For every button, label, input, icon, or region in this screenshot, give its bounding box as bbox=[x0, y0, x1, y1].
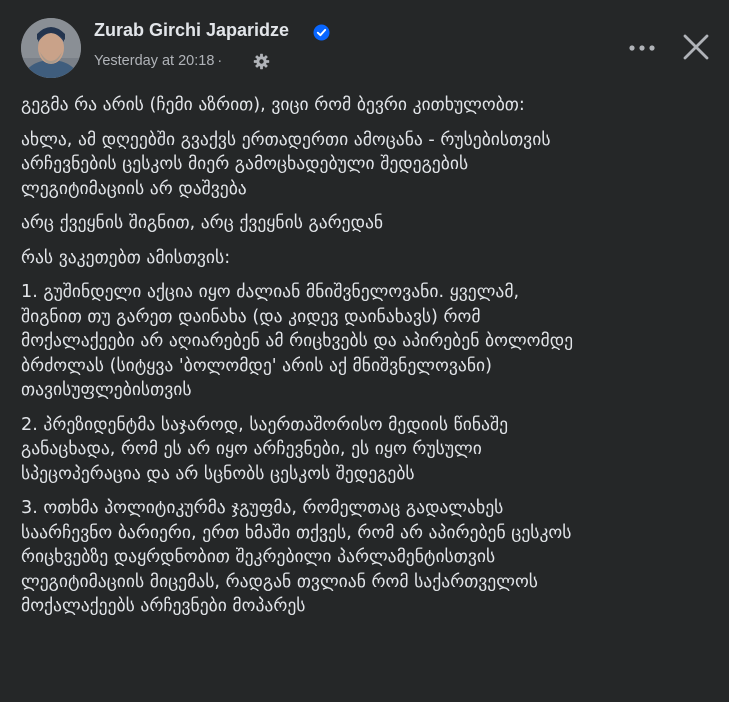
post-text-line: ლეგიტიმაციის არ დაშვება bbox=[21, 178, 247, 199]
gear-icon[interactable] bbox=[253, 53, 270, 70]
post-text-line: შიგნით თუ გარეთ დაინახა (და კიდევ დაინახ… bbox=[21, 306, 481, 327]
post-body: გეგმა რა არის (ჩემი აზრით), ვიცი რომ ბევ… bbox=[21, 93, 713, 629]
post-text-line: რას ვაკეთებთ ამისთვის: bbox=[21, 247, 231, 268]
post-header: Zurab Girchi Japaridze Yesterday at 20:1… bbox=[0, 0, 729, 90]
post-text-line: განაცხადა, რომ ეს არ იყო არჩევნები, ეს ი… bbox=[21, 439, 482, 459]
post-paragraph: გეგმა რა არის (ჩემი აზრით), ვიცი რომ ბევ… bbox=[21, 93, 713, 118]
meta-separator: · bbox=[217, 53, 223, 69]
post-paragraph: 2. პრეზიდენტმა საჯაროდ, საერთაშორისო მედ… bbox=[21, 413, 713, 487]
avatar[interactable] bbox=[21, 18, 81, 78]
avatar-image bbox=[21, 18, 81, 78]
post-paragraph: 3. ოთხმა პოლიტიკურმა ჯგუფმა, რომელთაც გა… bbox=[21, 496, 713, 619]
post-text-line: 1. გუშინდელი აქცია იყო ძალიან მნიშვნელოვ… bbox=[21, 282, 520, 302]
post-paragraph: ახლა, ამ დღეებში გვაქვს ერთადერთი ამოცან… bbox=[21, 128, 713, 202]
post-paragraph: არც ქვეყნის შიგნით, არც ქვეყნის გარედან bbox=[21, 211, 713, 236]
post-text-line: ბრძოლას (სიტყვა 'ბოლომდე' არის აქ მნიშვნ… bbox=[21, 355, 492, 376]
post-text-line: თავისუფლებისთვის bbox=[21, 380, 192, 400]
post-text-line: გეგმა რა არის (ჩემი აზრით), ვიცი რომ ბევ… bbox=[21, 95, 525, 115]
post-text-line: სპეცოპერაცია და არ სცნობს ცესკოს შედეგებ… bbox=[21, 463, 415, 484]
post-text-line: ახლა, ამ დღეებში გვაქვს ერთადერთი ამოცან… bbox=[21, 129, 551, 150]
post-text-line: საარჩევნო ბარიერი, ერთ ხმაში თქვეს, რომ … bbox=[21, 522, 572, 543]
post-text-line: ლეგიტიმაციის მიცემას, რადგან თვლიან რომ … bbox=[21, 571, 538, 592]
post-paragraph: 1. გუშინდელი აქცია იყო ძალიან მნიშვნელოვ… bbox=[21, 280, 713, 403]
post-timestamp[interactable]: Yesterday at 20:18 bbox=[94, 53, 214, 69]
verified-badge-icon bbox=[313, 24, 330, 41]
post-paragraph: რას ვაკეთებთ ამისთვის: bbox=[21, 246, 713, 271]
author-name[interactable]: Zurab Girchi Japaridze bbox=[94, 20, 289, 41]
close-icon[interactable] bbox=[676, 27, 716, 67]
post-text-line: არც ქვეყნის შიგნით, არც ქვეყნის გარედან bbox=[21, 213, 384, 233]
post-text-line: 3. ოთხმა პოლიტიკურმა ჯგუფმა, რომელთაც გა… bbox=[21, 498, 504, 518]
more-options-icon[interactable] bbox=[624, 32, 660, 64]
post-text-line: 2. პრეზიდენტმა საჯაროდ, საერთაშორისო მედ… bbox=[21, 414, 509, 435]
post-meta: Yesterday at 20:18 · bbox=[94, 53, 225, 69]
post-text-line: რიცხვებზე დაყრდნობით შეკრებილი პარლამენტ… bbox=[21, 547, 496, 567]
post-text-line: მოქალაქეები არ აღიარებენ ამ რიცხვებს და … bbox=[21, 331, 574, 351]
post-text-line: არჩევნების ცესკოს მიერ გამოცხადებული შედ… bbox=[21, 154, 469, 174]
post-text-line: მოქალაქეებს არჩევნები მოპარეს bbox=[21, 596, 306, 616]
facebook-post: Zurab Girchi Japaridze Yesterday at 20:1… bbox=[0, 0, 729, 702]
